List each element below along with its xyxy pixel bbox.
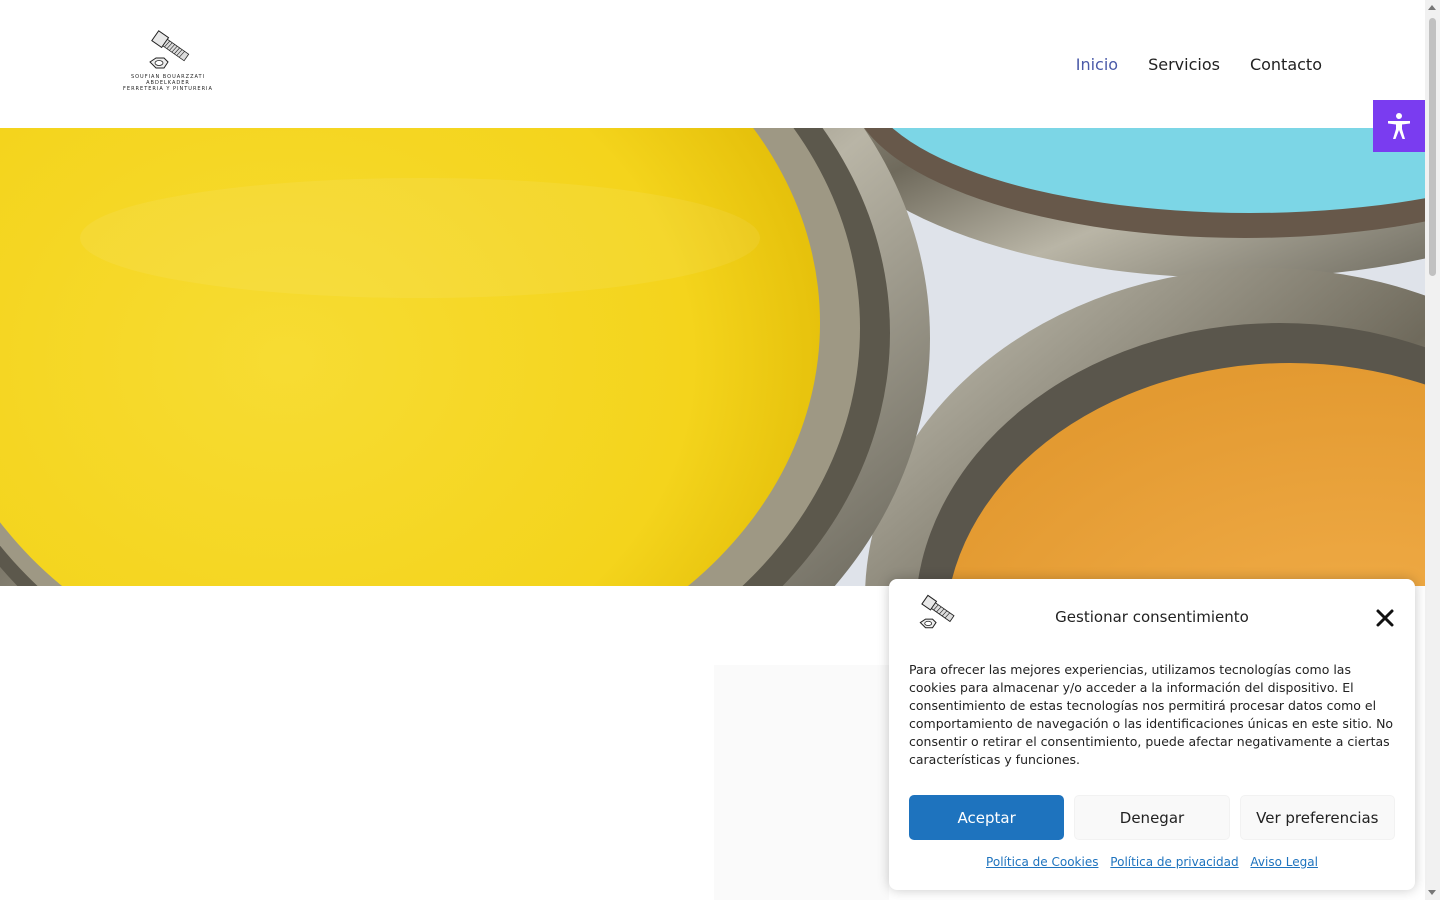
logo-line-3: FERRETERIA Y PINTURERIA: [123, 86, 213, 92]
accessibility-button[interactable]: [1373, 100, 1425, 152]
accept-button[interactable]: Aceptar: [909, 795, 1065, 840]
main-nav: Inicio Servicios Contacto: [1076, 55, 1322, 74]
consent-title: Gestionar consentimiento: [1055, 608, 1249, 626]
legal-notice-link[interactable]: Aviso Legal: [1250, 855, 1318, 869]
site-logo[interactable]: SOUFIAN BOUARZZATI ABDELKADER FERRETERIA…: [118, 28, 218, 104]
bolt-and-nut-icon: [149, 30, 190, 69]
site-header: SOUFIAN BOUARZZATI ABDELKADER FERRETERIA…: [0, 0, 1425, 128]
page-scrollbar[interactable]: [1425, 0, 1440, 900]
privacy-policy-link[interactable]: Política de privacidad: [1110, 855, 1238, 869]
view-preferences-button[interactable]: Ver preferencias: [1239, 795, 1395, 840]
cookie-consent-dialog: Gestionar consentimiento Para ofrecer la…: [889, 579, 1415, 890]
hero-image: [0, 128, 1425, 586]
close-icon[interactable]: [1375, 608, 1395, 628]
nav-inicio[interactable]: Inicio: [1076, 55, 1118, 74]
scroll-up-arrow[interactable]: [1428, 5, 1436, 10]
nav-servicios[interactable]: Servicios: [1148, 55, 1220, 74]
cookie-policy-link[interactable]: Política de Cookies: [986, 855, 1098, 869]
consent-links: Política de Cookies Política de privacid…: [889, 855, 1415, 869]
paint-cans-image: [0, 128, 1425, 586]
consent-buttons: Aceptar Denegar Ver preferencias: [909, 795, 1395, 840]
nav-contacto[interactable]: Contacto: [1250, 55, 1322, 74]
deny-button[interactable]: Denegar: [1074, 795, 1230, 840]
background-content-faded: [714, 665, 889, 900]
consent-message: Para ofrecer las mejores experiencias, u…: [909, 662, 1394, 767]
accessibility-person-icon: [1388, 113, 1410, 139]
scroll-down-arrow[interactable]: [1428, 890, 1436, 895]
scroll-thumb[interactable]: [1429, 18, 1436, 276]
